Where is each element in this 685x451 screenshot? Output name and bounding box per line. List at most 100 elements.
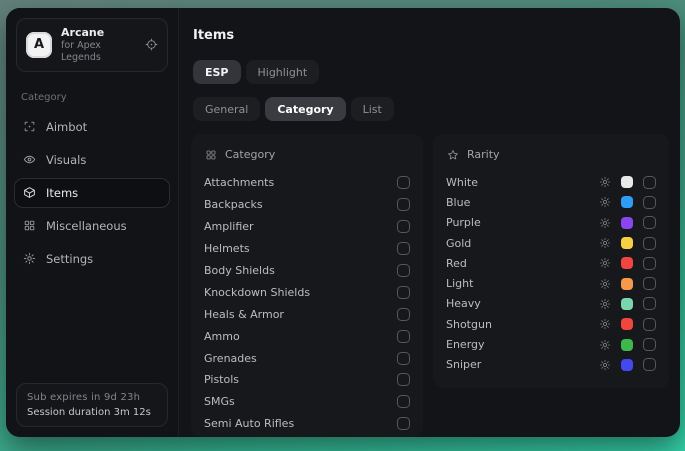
checkbox-ammo[interactable]	[397, 330, 410, 343]
rarity-row: Shotgun	[446, 314, 656, 334]
target-icon[interactable]	[145, 38, 158, 51]
sidebar-item-label: Aimbot	[46, 120, 87, 134]
checkbox-white[interactable]	[643, 176, 656, 189]
sidebar-item-label: Items	[46, 186, 78, 200]
sidebar-nav: Aimbot Visuals Items Miscellaneous	[6, 112, 178, 274]
app-logo: A	[26, 32, 52, 58]
category-row: Amplifier	[204, 216, 410, 238]
app-name: Arcane	[61, 26, 136, 40]
tab-esp[interactable]: ESP	[193, 60, 241, 84]
checkbox-backpacks[interactable]	[397, 198, 410, 211]
color-swatch[interactable]	[621, 359, 633, 371]
checkbox-purple[interactable]	[643, 216, 656, 229]
color-swatch[interactable]	[621, 196, 633, 208]
star-icon	[447, 149, 459, 161]
checkbox-blue[interactable]	[643, 196, 656, 209]
session-duration-text: Session duration 3m 12s	[27, 407, 157, 418]
app-subtitle: for Apex Legends	[61, 40, 136, 64]
crosshair-icon	[23, 120, 36, 133]
checkbox-sniper[interactable]	[643, 358, 656, 371]
tab-highlight[interactable]: Highlight	[246, 60, 320, 84]
sidebar-item-miscellaneous[interactable]: Miscellaneous	[14, 211, 170, 241]
page-title: Items	[193, 28, 669, 43]
grid-icon	[23, 219, 36, 232]
checkbox-smgs[interactable]	[397, 395, 410, 408]
subscription-card: Sub expires in 9d 23h Session duration 3…	[16, 383, 168, 427]
gear-icon[interactable]	[599, 359, 611, 371]
rarity-row: Red	[446, 253, 656, 273]
gear-icon[interactable]	[599, 237, 611, 249]
category-panel: Category Attachments Backpacks Amplifier…	[191, 134, 423, 437]
rarity-row: Gold	[446, 233, 656, 253]
checkbox-attachments[interactable]	[397, 176, 410, 189]
tab-category[interactable]: Category	[265, 97, 345, 121]
color-swatch[interactable]	[621, 217, 633, 229]
rarity-row: Blue	[446, 192, 656, 212]
checkbox-semi-auto-rifles[interactable]	[397, 417, 410, 430]
category-row: Helmets	[204, 238, 410, 260]
checkbox-gold[interactable]	[643, 237, 656, 250]
gear-icon[interactable]	[599, 318, 611, 330]
category-row: Attachments	[204, 172, 410, 194]
color-swatch[interactable]	[621, 237, 633, 249]
tab-general[interactable]: General	[193, 97, 260, 121]
sub-expires-text: Sub expires in 9d 23h	[27, 392, 157, 403]
checkbox-knockdown-shields[interactable]	[397, 286, 410, 299]
checkbox-red[interactable]	[643, 257, 656, 270]
eye-icon	[23, 153, 36, 166]
color-swatch[interactable]	[621, 278, 633, 290]
category-row: Knockdown Shields	[204, 281, 410, 303]
tab-list[interactable]: List	[351, 97, 394, 121]
checkbox-heals-armor[interactable]	[397, 308, 410, 321]
checkbox-amplifier[interactable]	[397, 220, 410, 233]
gear-icon[interactable]	[599, 339, 611, 351]
sidebar-item-aimbot[interactable]: Aimbot	[14, 112, 170, 142]
checkbox-heavy[interactable]	[643, 297, 656, 310]
checkbox-pistols[interactable]	[397, 373, 410, 386]
gear-icon[interactable]	[599, 176, 611, 188]
checkbox-grenades[interactable]	[397, 352, 410, 365]
color-swatch[interactable]	[621, 298, 633, 310]
rarity-panel: Rarity White Blue Purple Gold Red Light …	[433, 134, 669, 388]
gear-icon[interactable]	[599, 257, 611, 269]
rarity-row: Sniper	[446, 355, 656, 375]
sidebar-section-label: Category	[21, 92, 163, 103]
rarity-row: Light	[446, 273, 656, 293]
view-tabs: General Category List	[193, 97, 669, 121]
sidebar-item-label: Settings	[46, 252, 93, 266]
rarity-panel-title: Rarity	[467, 148, 500, 161]
category-row: Grenades	[204, 347, 410, 369]
gear-icon	[23, 252, 36, 265]
category-grid-icon	[205, 149, 217, 161]
sidebar-item-label: Visuals	[46, 153, 86, 167]
color-swatch[interactable]	[621, 176, 633, 188]
main-content: Items ESP Highlight General Category Lis…	[179, 8, 680, 437]
category-row: Backpacks	[204, 194, 410, 216]
sidebar-item-label: Miscellaneous	[46, 219, 127, 233]
rarity-row: Purple	[446, 213, 656, 233]
color-swatch[interactable]	[621, 339, 633, 351]
gear-icon[interactable]	[599, 278, 611, 290]
gear-icon[interactable]	[599, 196, 611, 208]
sidebar-item-items[interactable]: Items	[14, 178, 170, 208]
sidebar: A Arcane for Apex Legends Category Aimbo…	[6, 8, 179, 437]
package-icon	[23, 186, 36, 199]
color-swatch[interactable]	[621, 257, 633, 269]
color-swatch[interactable]	[621, 318, 633, 330]
category-row: Heals & Armor	[204, 303, 410, 325]
gear-icon[interactable]	[599, 298, 611, 310]
sidebar-item-settings[interactable]: Settings	[14, 244, 170, 274]
category-row: SMGs	[204, 391, 410, 413]
rarity-row: White	[446, 172, 656, 192]
mode-tabs: ESP Highlight	[193, 60, 669, 84]
rarity-row: Heavy	[446, 294, 656, 314]
checkbox-energy[interactable]	[643, 338, 656, 351]
checkbox-body-shields[interactable]	[397, 264, 410, 277]
checkbox-light[interactable]	[643, 277, 656, 290]
sidebar-item-visuals[interactable]: Visuals	[14, 145, 170, 175]
category-row: Semi Auto Rifles	[204, 413, 410, 435]
checkbox-shotgun[interactable]	[643, 318, 656, 331]
app-window: A Arcane for Apex Legends Category Aimbo…	[6, 8, 680, 437]
checkbox-helmets[interactable]	[397, 242, 410, 255]
gear-icon[interactable]	[599, 217, 611, 229]
